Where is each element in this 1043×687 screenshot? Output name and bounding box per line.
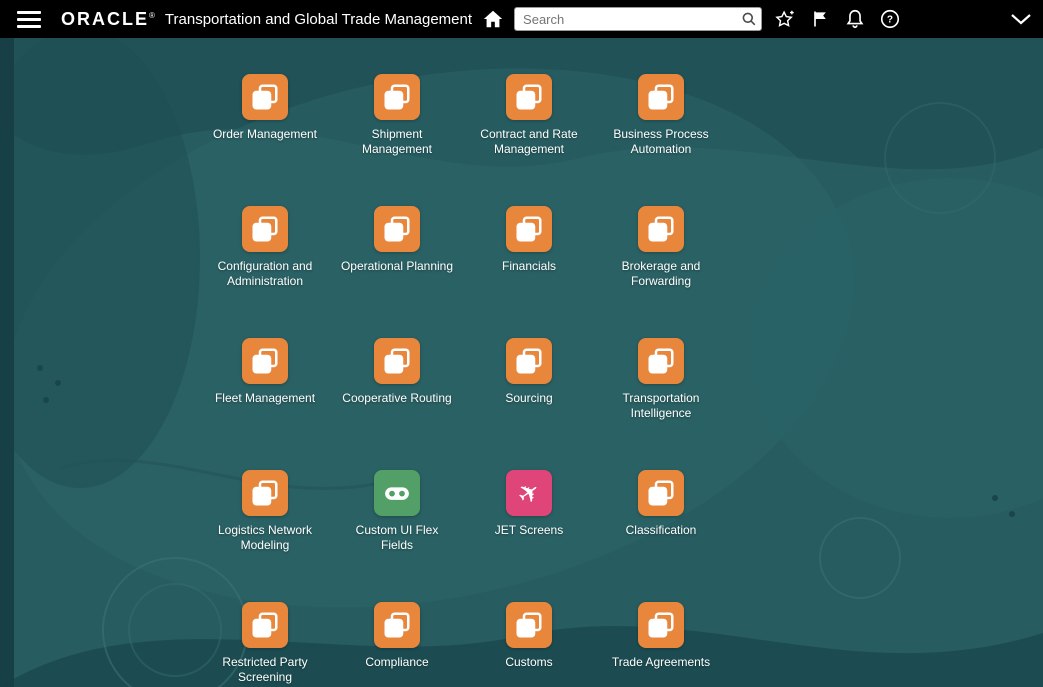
app-tile-label: Brokerage and Forwarding [621, 259, 701, 288]
stacked-windows-icon [638, 338, 684, 384]
app-tile-classification[interactable]: Classification [595, 470, 727, 602]
app-tile-label: Order Management [212, 127, 318, 141]
stacked-windows-icon [506, 602, 552, 648]
app-tile-label: Transportation Intelligence [622, 391, 700, 420]
app-tile-label: JET Screens [494, 523, 564, 537]
search-input[interactable] [515, 9, 738, 29]
help-icon[interactable]: ? [877, 6, 903, 32]
app-tile-grid: Order Management Shipment Management Con… [199, 74, 727, 687]
app-tile-label: Configuration and Administration [217, 259, 313, 288]
stacked-windows-icon [242, 470, 288, 516]
stacked-windows-icon [242, 74, 288, 120]
flex-fields-icon [374, 470, 420, 516]
search-box [514, 7, 763, 31]
stacked-windows-icon [638, 602, 684, 648]
notifications-bell-icon[interactable] [842, 6, 868, 32]
app-tile-jet-screens[interactable]: ✈ JET Screens [463, 470, 595, 602]
app-tile-fleet-management[interactable]: Fleet Management [199, 338, 331, 470]
app-tile-brokerage-and-forwarding[interactable]: Brokerage and Forwarding [595, 206, 727, 338]
stacked-windows-icon [506, 338, 552, 384]
app-tile-contract-and-rate-management[interactable]: Contract and Rate Management [463, 74, 595, 206]
flag-icon[interactable] [807, 6, 833, 32]
app-tile-label: Sourcing [505, 391, 553, 405]
app-tile-label: Logistics Network Modeling [217, 523, 313, 552]
app-tile-label: Classification [625, 523, 697, 537]
app-tile-restricted-party-screening[interactable]: Restricted Party Screening [199, 602, 331, 687]
stacked-windows-icon [638, 206, 684, 252]
app-tile-transportation-intelligence[interactable]: Transportation Intelligence [595, 338, 727, 470]
app-tile-label: Trade Agreements [611, 655, 711, 669]
stacked-windows-icon [242, 338, 288, 384]
stacked-windows-icon [638, 74, 684, 120]
app-tile-business-process-automation[interactable]: Business Process Automation [595, 74, 727, 206]
stacked-windows-icon [374, 338, 420, 384]
app-tile-order-management[interactable]: Order Management [199, 74, 331, 206]
menu-icon[interactable] [17, 10, 41, 28]
top-bar: ORACLE® Transportation and Global Trade … [0, 0, 1043, 38]
app-tile-label: Custom UI Flex Fields [355, 523, 439, 552]
app-tile-label: Restricted Party Screening [222, 655, 308, 684]
app-tile-label: Compliance [365, 655, 429, 669]
app-tile-operational-planning[interactable]: Operational Planning [331, 206, 463, 338]
app-tile-label: Shipment Management [361, 127, 433, 156]
app-title: Transportation and Global Trade Manageme… [164, 10, 473, 28]
favorites-star-icon[interactable] [772, 6, 798, 32]
stacked-windows-icon [374, 206, 420, 252]
app-tile-label: Business Process Automation [613, 127, 709, 156]
app-tile-label: Operational Planning [340, 259, 454, 273]
app-tile-customs[interactable]: Customs [463, 602, 595, 687]
stacked-windows-icon [374, 74, 420, 120]
app-tile-cooperative-routing[interactable]: Cooperative Routing [331, 338, 463, 470]
app-tile-logistics-network-modeling[interactable]: Logistics Network Modeling [199, 470, 331, 602]
app-tile-trade-agreements[interactable]: Trade Agreements [595, 602, 727, 687]
home-icon[interactable] [480, 6, 506, 32]
app-tile-financials[interactable]: Financials [463, 206, 595, 338]
app-tile-label: Fleet Management [214, 391, 316, 405]
stacked-windows-icon [638, 470, 684, 516]
app-tile-custom-ui-flex-fields[interactable]: Custom UI Flex Fields [331, 470, 463, 602]
app-tile-shipment-management[interactable]: Shipment Management [331, 74, 463, 206]
airplane-icon: ✈ [506, 470, 552, 516]
stacked-windows-icon [374, 602, 420, 648]
stacked-windows-icon [506, 206, 552, 252]
chevron-down-icon[interactable] [1007, 6, 1035, 32]
app-tile-label: Financials [501, 259, 557, 273]
app-tile-configuration-and-administration[interactable]: Configuration and Administration [199, 206, 331, 338]
search-icon[interactable] [737, 8, 761, 30]
topbar-icon-group: ? [772, 6, 903, 32]
app-tile-label: Contract and Rate Management [480, 127, 578, 156]
oracle-wordmark: ORACLE [61, 8, 149, 29]
stacked-windows-icon [506, 74, 552, 120]
app-tile-label: Cooperative Routing [342, 391, 452, 405]
app-tile-compliance[interactable]: Compliance [331, 602, 463, 687]
registered-mark: ® [149, 10, 155, 20]
oracle-logo[interactable]: ORACLE® [61, 9, 155, 30]
stacked-windows-icon [242, 602, 288, 648]
stacked-windows-icon [242, 206, 288, 252]
home-springboard: Order Management Shipment Management Con… [0, 38, 1043, 687]
svg-text:?: ? [887, 15, 893, 26]
app-tile-sourcing[interactable]: Sourcing [463, 338, 595, 470]
app-tile-label: Customs [505, 655, 553, 669]
